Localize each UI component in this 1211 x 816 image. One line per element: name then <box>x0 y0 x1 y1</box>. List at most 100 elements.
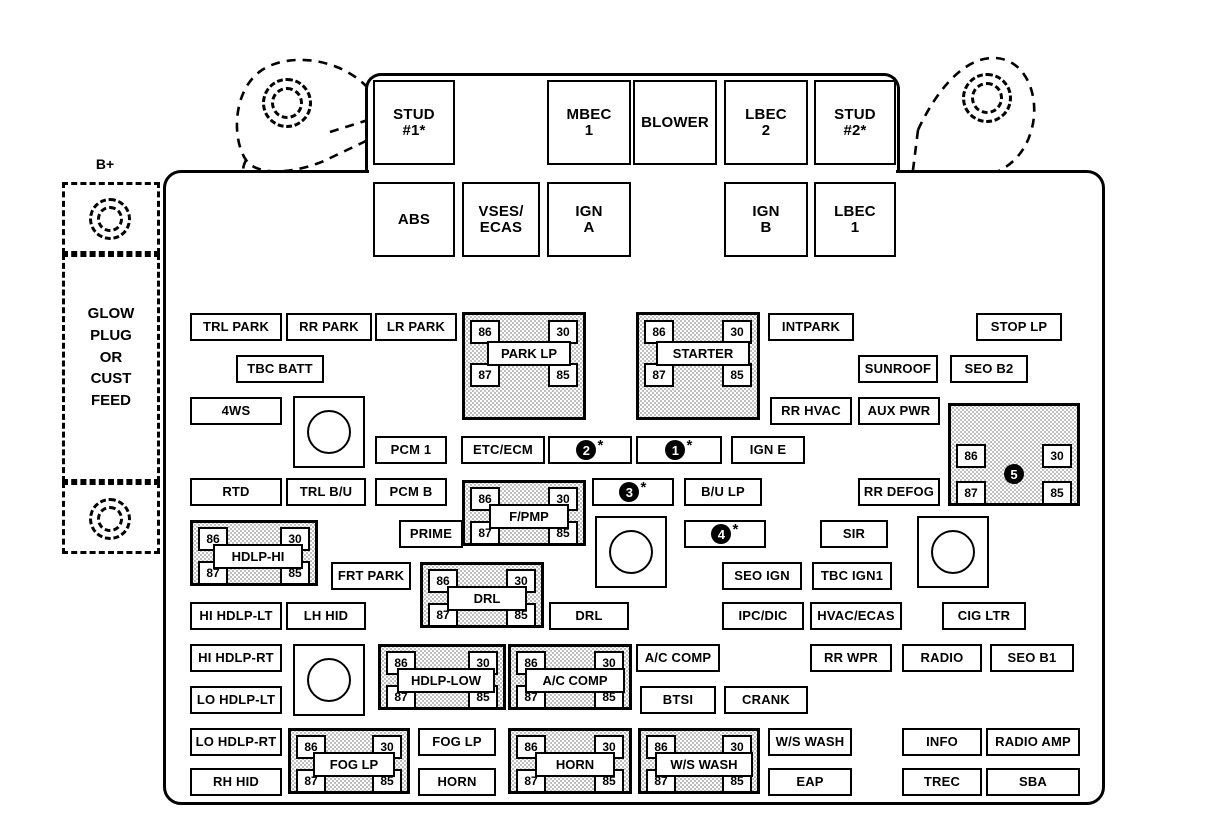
fuse-horn[interactable]: HORN <box>418 768 496 796</box>
mbec-1-line-2: 1 <box>584 121 594 139</box>
fuse-label: CIG LTR <box>957 608 1011 624</box>
fuse-rr-wpr[interactable]: RR WPR <box>810 644 892 672</box>
round-socket-center[interactable] <box>595 516 667 588</box>
round-socket-lower-left[interactable] <box>293 644 365 716</box>
socket-circle-icon <box>306 409 352 455</box>
abs-terminal[interactable]: ABS <box>373 182 455 257</box>
fuse-seo-ign[interactable]: SEO IGN <box>722 562 802 590</box>
fuse-prime[interactable]: PRIME <box>399 520 463 548</box>
fuse-label: HORN <box>437 774 477 790</box>
fuse-ipc-dic[interactable]: IPC/DIC <box>722 602 804 630</box>
fuse-hvac-ecas[interactable]: HVAC/ECAS <box>810 602 902 630</box>
fuse-lo-hdlp-rt[interactable]: LO HDLP-RT <box>190 728 282 756</box>
fuse-label: 4WS <box>221 403 251 419</box>
fuse-seo-b1[interactable]: SEO B1 <box>990 644 1074 672</box>
relay-5[interactable]: 86 30 87 85 5 <box>948 403 1080 506</box>
slot-1-relay[interactable]: 1 * <box>636 436 722 464</box>
fuse-sunroof[interactable]: SUNROOF <box>858 355 938 383</box>
relay-name: F/PMP <box>489 504 569 529</box>
ign-a-terminal[interactable]: IGN A <box>547 182 631 257</box>
ign-b-terminal[interactable]: IGN B <box>724 182 808 257</box>
relay-drl[interactable]: 86 30 87 85 DRL <box>420 562 544 628</box>
fuse-pcm-b[interactable]: PCM B <box>375 478 447 506</box>
fuse-lh-hid[interactable]: LH HID <box>286 602 366 630</box>
fuse-rh-hid[interactable]: RH HID <box>190 768 282 796</box>
bplus-ring-inner <box>97 206 123 232</box>
fuse-rr-park[interactable]: RR PARK <box>286 313 372 341</box>
fuse-intpark[interactable]: INTPARK <box>768 313 854 341</box>
slot-1-marker: 1 * <box>665 438 692 460</box>
vses-line-2: ECAS <box>479 218 523 236</box>
fuse-sir[interactable]: SIR <box>820 520 888 548</box>
fuse-cig-ltr[interactable]: CIG LTR <box>942 602 1026 630</box>
fuse-ac-comp[interactable]: A/C COMP <box>636 644 720 672</box>
relay-pin-85: 85 <box>1042 481 1072 505</box>
blower-terminal[interactable]: BLOWER <box>633 80 717 165</box>
relay-hdlp-hi[interactable]: 86 30 87 85 HDLP-HI <box>190 520 318 586</box>
fuse-ign-e[interactable]: IGN E <box>731 436 805 464</box>
fuse-stop-lp[interactable]: STOP LP <box>976 313 1062 341</box>
relay-fog-lp[interactable]: 86 30 87 85 FOG LP <box>288 728 410 794</box>
round-socket-upper-left[interactable] <box>293 396 365 468</box>
relay-starter[interactable]: 86 30 87 85 STARTER <box>636 312 760 420</box>
fuse-trec[interactable]: TREC <box>902 768 982 796</box>
round-socket-right[interactable] <box>917 516 989 588</box>
fuse-rtd[interactable]: RTD <box>190 478 282 506</box>
fuse-lo-hdlp-lt[interactable]: LO HDLP-LT <box>190 686 282 714</box>
fuse-trl-park[interactable]: TRL PARK <box>190 313 282 341</box>
lbec-1-terminal[interactable]: LBEC 1 <box>814 182 896 257</box>
fuse-frt-park[interactable]: FRT PARK <box>331 562 411 590</box>
fuse-radio-amp[interactable]: RADIO AMP <box>986 728 1080 756</box>
fuse-tbc-ign1[interactable]: TBC IGN1 <box>812 562 892 590</box>
fuse-label: SEO B1 <box>1007 650 1057 666</box>
socket-circle-icon <box>930 529 976 575</box>
fuse-tbc-batt[interactable]: TBC BATT <box>236 355 324 383</box>
fuse-drl[interactable]: DRL <box>549 602 629 630</box>
fuse-eap[interactable]: EAP <box>768 768 852 796</box>
fuse-hi-hdlp-lt[interactable]: HI HDLP-LT <box>190 602 282 630</box>
relay-park-lp[interactable]: 86 30 87 85 PARK LP <box>462 312 586 420</box>
fuse-btsi[interactable]: BTSI <box>640 686 716 714</box>
glow-line-2: PLUG <box>90 326 132 344</box>
fuse-4ws[interactable]: 4WS <box>190 397 282 425</box>
fuse-seo-b2[interactable]: SEO B2 <box>950 355 1028 383</box>
slot-2-relay[interactable]: 2 * <box>548 436 632 464</box>
relay-ws-wash[interactable]: 86 30 87 85 W/S WASH <box>638 728 760 794</box>
fuse-crank[interactable]: CRANK <box>724 686 808 714</box>
fuse-ws-wash[interactable]: W/S WASH <box>768 728 852 756</box>
relay-ac-comp[interactable]: 86 30 87 85 A/C COMP <box>508 644 632 710</box>
fuse-label: SEO B2 <box>964 361 1014 377</box>
fuse-aux-pwr[interactable]: AUX PWR <box>858 397 940 425</box>
vses-ecas-terminal[interactable]: VSES/ ECAS <box>462 182 540 257</box>
fuse-rr-defog[interactable]: RR DEFOG <box>858 478 940 506</box>
fuse-lr-park[interactable]: LR PARK <box>375 313 457 341</box>
slot-3-marker: 3 * <box>619 480 646 502</box>
fuse-pcm-1[interactable]: PCM 1 <box>375 436 447 464</box>
fuse-trl-bu[interactable]: TRL B/U <box>286 478 366 506</box>
shelf-join-mask <box>369 168 896 176</box>
fuse-etc-ecm[interactable]: ETC/ECM <box>461 436 545 464</box>
relay-hdlp-low[interactable]: 86 30 87 85 HDLP-LOW <box>378 644 506 710</box>
fuse-radio[interactable]: RADIO <box>902 644 982 672</box>
stud-1-terminal[interactable]: STUD #1* <box>373 80 455 165</box>
fuse-bu-lp[interactable]: B/U LP <box>684 478 762 506</box>
fuse-hi-hdlp-rt[interactable]: HI HDLP-RT <box>190 644 282 672</box>
fuse-fog-lp[interactable]: FOG LP <box>418 728 496 756</box>
relay-horn[interactable]: 86 30 87 85 HORN <box>508 728 632 794</box>
fuse-rr-hvac[interactable]: RR HVAC <box>770 397 852 425</box>
fuse-sba[interactable]: SBA <box>986 768 1080 796</box>
slot-4-relay[interactable]: 4 * <box>684 520 766 548</box>
fuse-info[interactable]: INFO <box>902 728 982 756</box>
fuse-label: SEO IGN <box>734 568 790 584</box>
fuse-label: SIR <box>842 526 866 542</box>
ign-a-line-2: A <box>583 218 595 236</box>
relay-f-pmp[interactable]: 86 30 87 85 F/PMP <box>462 480 586 546</box>
fuse-label: RR WPR <box>824 650 878 666</box>
fuse-label: PCM B <box>389 484 433 500</box>
lbec-2-terminal[interactable]: LBEC 2 <box>724 80 808 165</box>
mbec-1-terminal[interactable]: MBEC 1 <box>547 80 631 165</box>
fuse-label: AUX PWR <box>867 403 931 419</box>
lbec-1-line-1: LBEC <box>834 202 876 220</box>
slot-3-relay[interactable]: 3 * <box>592 478 674 506</box>
stud-2-terminal[interactable]: STUD #2* <box>814 80 896 165</box>
